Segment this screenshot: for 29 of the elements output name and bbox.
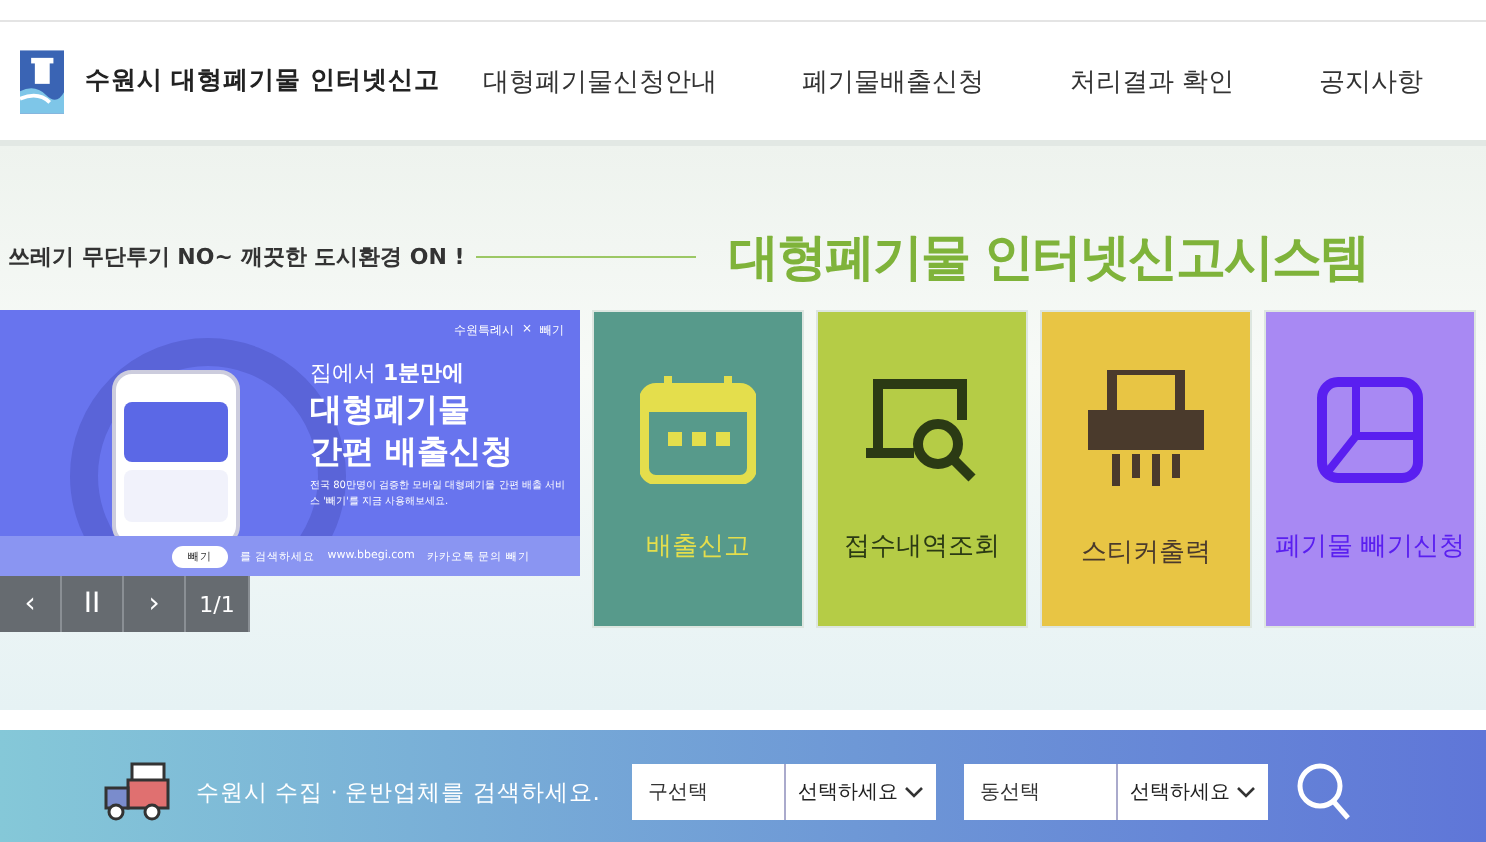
slogan-text: 쓰레기 무단투기 NO~ 깨끗한 도시환경 ON !	[8, 241, 465, 271]
service-tile[interactable]: 접수내역조회	[816, 310, 1028, 628]
page-indicator: 1/1	[186, 576, 250, 632]
select-dropdown[interactable]: 선택하세요	[1115, 764, 1268, 820]
banner-headline: 간편 배출신청	[310, 430, 516, 472]
search-button[interactable]	[1295, 762, 1352, 822]
laptop-search-icon	[866, 375, 978, 483]
layout-icon	[1316, 375, 1424, 483]
previous-button[interactable]: ‹	[0, 576, 62, 632]
select-dropdown[interactable]: 선택하세요	[783, 764, 936, 820]
calendar-icon	[640, 375, 756, 483]
filter-label: 동선택	[963, 764, 1116, 820]
system-title: 대형폐기물 인터넷신고시스템	[728, 225, 1369, 289]
nav-link[interactable]: 대형폐기물신청안내	[482, 63, 717, 99]
truck-icon	[104, 760, 176, 824]
chevron-down-icon	[903, 786, 924, 798]
pause-button[interactable]: II	[62, 576, 124, 632]
nav-link[interactable]: 처리결과 확인	[1069, 63, 1234, 99]
nav-link[interactable]: 폐기물배출신청	[802, 63, 985, 99]
next-button[interactable]: ›	[124, 576, 186, 632]
filter-label: 구선택	[631, 764, 784, 820]
service-tile[interactable]: 스티커출력	[1040, 310, 1252, 628]
shredder-icon	[1088, 369, 1204, 489]
nav-link[interactable]: 공지사항	[1319, 63, 1424, 99]
banner-kicker: 집에서 1분만에	[310, 358, 467, 388]
chevron-down-icon	[1235, 786, 1256, 798]
site-title[interactable]: 수원시 대형폐기물 인터넷신고	[84, 64, 440, 98]
search-prompt: 수원시 수집 · 운반업체를 검색하세요.	[196, 777, 600, 807]
banner-headline: 대형폐기물	[310, 388, 472, 430]
